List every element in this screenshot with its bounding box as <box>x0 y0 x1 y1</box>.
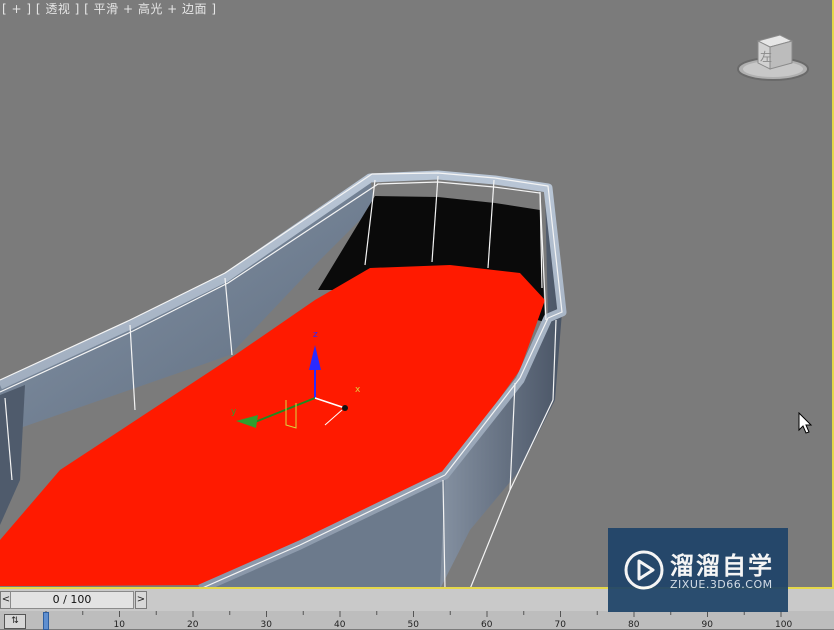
pivot-point-icon <box>342 405 348 411</box>
trackbar-tick-label: 100 <box>775 620 792 629</box>
trackbar-tick-label: 30 <box>261 620 273 629</box>
current-frame-marker[interactable] <box>43 612 49 630</box>
mouse-cursor-icon <box>798 412 813 434</box>
trackbar-tick-label: 80 <box>628 620 640 629</box>
play-logo-icon <box>624 550 664 590</box>
trackbar-tick-label: 70 <box>555 620 567 629</box>
watermark-url: ZIXUE.3D66.COM <box>670 578 773 591</box>
trackbar-ruler[interactable]: 10 20 30 40 50 60 70 80 90 100 <box>40 611 830 629</box>
trackbar-tick-label: 90 <box>702 620 714 629</box>
trackbar-tick-label: 20 <box>187 620 199 629</box>
watermark-title: 溜溜自学 <box>670 552 774 580</box>
gizmo-label-z: z <box>313 330 318 340</box>
curve-editor-icon[interactable]: ⇅ <box>4 614 26 629</box>
trackbar-tick-label: 60 <box>481 620 493 629</box>
time-slider-thumb[interactable]: 0 / 100 <box>10 591 134 609</box>
viewport-label-menu[interactable]: [ + ] [ 透视 ] [ 平滑 + 高光 + 边面 ] <box>2 0 217 17</box>
perspective-viewport[interactable]: z y x [ + ] [ 透视 ] [ 平滑 + 高光 + 边面 ] 左 <box>0 0 834 589</box>
time-slider-next-button[interactable]: > <box>135 591 147 609</box>
gizmo-label-x: x <box>355 385 361 395</box>
viewcube-face-label: 左 <box>760 49 772 64</box>
inner-wall-near <box>0 385 25 525</box>
trackbar-tick-label: 40 <box>334 620 346 629</box>
trackbar-tick-label: 10 <box>114 620 126 629</box>
viewcube-icon[interactable]: 左 <box>736 33 810 85</box>
trackbar-tick-label: 50 <box>408 620 420 629</box>
gizmo-label-y: y <box>231 407 237 417</box>
boat-mesh[interactable]: z y x <box>0 0 834 589</box>
track-bar[interactable]: ⇅ 10 20 30 40 50 60 70 80 90 100 <box>0 611 834 629</box>
watermark-badge: 溜溜自学 ZIXUE.3D66.COM <box>608 528 788 612</box>
